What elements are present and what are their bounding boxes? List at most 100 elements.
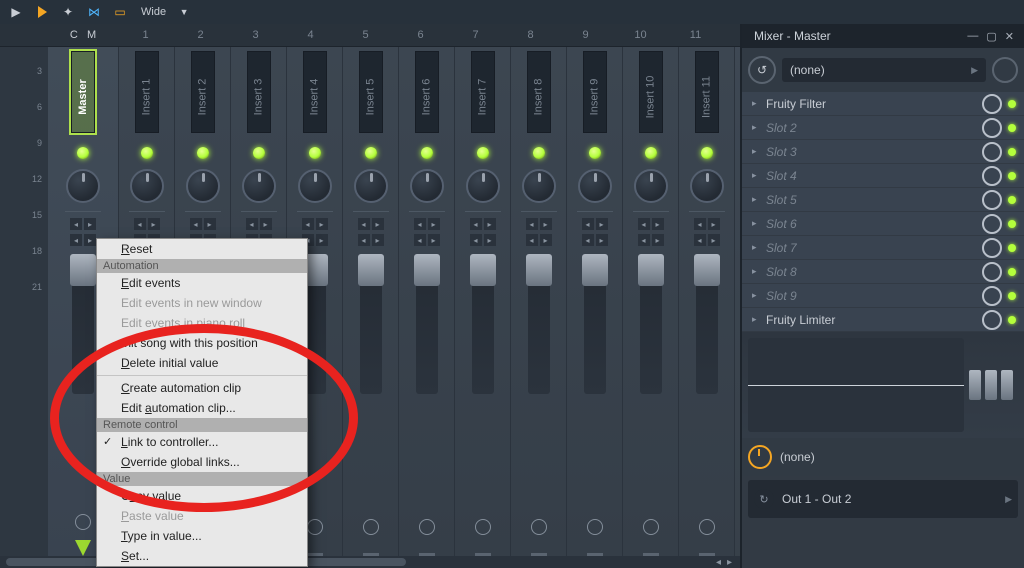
menu-item[interactable]: ✓Link to controller...	[97, 432, 307, 452]
slot-enable-led[interactable]	[1008, 148, 1016, 156]
track-strip-8[interactable]: Insert 8 ◂▸ ◂▸	[511, 47, 567, 556]
send-arrow-icon[interactable]	[75, 540, 91, 556]
mute-led[interactable]	[645, 147, 657, 159]
track-clock-icon[interactable]	[475, 519, 491, 535]
slot-arrow-icon[interactable]: ▸	[752, 218, 760, 229]
track-strip-11[interactable]: Insert 11 ◂▸ ◂▸	[679, 47, 735, 556]
track-clock-icon[interactable]	[75, 514, 91, 530]
close-icon[interactable]: ✕	[1005, 30, 1014, 43]
play-icon[interactable]: ▶	[8, 4, 24, 20]
mute-led[interactable]	[197, 147, 209, 159]
stereo-arrows[interactable]: ◂▸	[302, 218, 328, 230]
stereo-arrows[interactable]: ◂▸	[190, 218, 216, 230]
view-mode-label[interactable]: Wide	[138, 6, 166, 18]
slot-enable-led[interactable]	[1008, 124, 1016, 132]
pan-knob[interactable]	[186, 169, 220, 203]
fader-track[interactable]	[528, 254, 550, 394]
effect-slot-5[interactable]: ▸ Slot 5	[742, 188, 1024, 212]
volume-fader[interactable]	[414, 254, 440, 286]
track-header-11[interactable]: 11	[668, 24, 723, 46]
effect-slot-10[interactable]: ▸ Fruity Limiter	[742, 308, 1024, 332]
effect-slot-4[interactable]: ▸ Slot 4	[742, 164, 1024, 188]
slot-enable-led[interactable]	[1008, 292, 1016, 300]
fader-track[interactable]	[416, 254, 438, 394]
track-clock-icon[interactable]	[699, 519, 715, 535]
effect-slot-2[interactable]: ▸ Slot 2	[742, 116, 1024, 140]
pan-knob[interactable]	[354, 169, 388, 203]
effect-slot-8[interactable]: ▸ Slot 8	[742, 260, 1024, 284]
stereo-arrows[interactable]: ◂▸	[70, 218, 96, 230]
stereo-arrows[interactable]: ◂▸	[694, 218, 720, 230]
track-header-4[interactable]: 4	[283, 24, 338, 46]
view-dropdown-icon[interactable]: ▼	[176, 4, 192, 20]
slot-enable-led[interactable]	[1008, 100, 1016, 108]
menu-item[interactable]: Type in value...	[97, 526, 307, 546]
slot-mix-knob[interactable]	[982, 118, 1002, 138]
slot-mix-knob[interactable]	[982, 286, 1002, 306]
preset-prev-icon[interactable]: ↺	[748, 56, 776, 84]
track-clock-icon[interactable]	[643, 519, 659, 535]
volume-fader[interactable]	[638, 254, 664, 286]
track-header-c[interactable]: C M	[48, 24, 118, 46]
slot-mix-knob[interactable]	[982, 310, 1002, 330]
view-icon[interactable]: ▭	[112, 4, 128, 20]
menu-item[interactable]: Edit automation clip...	[97, 398, 307, 418]
track-clock-icon[interactable]	[363, 519, 379, 535]
menu-item[interactable]: Create automation clip	[97, 378, 307, 398]
channel-switch[interactable]: ◂▸	[358, 234, 384, 246]
track-strip-10[interactable]: Insert 10 ◂▸ ◂▸	[623, 47, 679, 556]
fader-track[interactable]	[360, 254, 382, 394]
mute-led[interactable]	[421, 147, 433, 159]
channel-switch[interactable]: ◂▸	[694, 234, 720, 246]
menu-item[interactable]: Set...	[97, 546, 307, 566]
effect-slot-7[interactable]: ▸ Slot 7	[742, 236, 1024, 260]
slot-mix-knob[interactable]	[982, 214, 1002, 234]
pan-knob[interactable]	[130, 169, 164, 203]
slot-enable-led[interactable]	[1008, 244, 1016, 252]
track-header-3[interactable]: 3	[228, 24, 283, 46]
track-clock-icon[interactable]	[531, 519, 547, 535]
track-header-7[interactable]: 7	[448, 24, 503, 46]
snap-icon[interactable]: ✦	[60, 4, 76, 20]
eq-fader-hi[interactable]	[969, 370, 981, 400]
track-header-8[interactable]: 8	[503, 24, 558, 46]
track-strip-7[interactable]: Insert 7 ◂▸ ◂▸	[455, 47, 511, 556]
volume-fader[interactable]	[582, 254, 608, 286]
slot-mix-knob[interactable]	[982, 190, 1002, 210]
pan-knob[interactable]	[466, 169, 500, 203]
slot-arrow-icon[interactable]: ▸	[752, 98, 760, 109]
stereo-arrows[interactable]: ◂▸	[134, 218, 160, 230]
pan-knob[interactable]	[522, 169, 556, 203]
pan-knob[interactable]	[578, 169, 612, 203]
slot-arrow-icon[interactable]: ▸	[752, 194, 760, 205]
eq-fader-mid[interactable]	[985, 370, 997, 400]
track-header-6[interactable]: 6	[393, 24, 448, 46]
preset-clock-icon[interactable]	[992, 57, 1018, 83]
slot-mix-knob[interactable]	[982, 142, 1002, 162]
pan-knob[interactable]	[242, 169, 276, 203]
stereo-arrows[interactable]: ◂▸	[358, 218, 384, 230]
track-header-2[interactable]: 2	[173, 24, 228, 46]
menu-item[interactable]: Reset	[97, 239, 307, 259]
mute-led[interactable]	[309, 147, 321, 159]
output-selector[interactable]: ↻ Out 1 - Out 2 ▶	[748, 480, 1018, 518]
eq-fader-lo[interactable]	[1001, 370, 1013, 400]
stereo-arrows[interactable]: ◂▸	[526, 218, 552, 230]
volume-fader[interactable]	[358, 254, 384, 286]
mute-led[interactable]	[477, 147, 489, 159]
stereo-arrows[interactable]: ◂▸	[470, 218, 496, 230]
slot-mix-knob[interactable]	[982, 94, 1002, 114]
channel-switch[interactable]: ◂▸	[470, 234, 496, 246]
channel-switch[interactable]: ◂▸	[414, 234, 440, 246]
slot-arrow-icon[interactable]: ▸	[752, 266, 760, 277]
effect-slot-1[interactable]: ▸ Fruity Filter	[742, 92, 1024, 116]
volume-fader[interactable]	[694, 254, 720, 286]
slot-enable-led[interactable]	[1008, 316, 1016, 324]
slot-arrow-icon[interactable]: ▸	[752, 290, 760, 301]
volume-fader[interactable]	[526, 254, 552, 286]
effect-slot-6[interactable]: ▸ Slot 6	[742, 212, 1024, 236]
slot-arrow-icon[interactable]: ▸	[752, 146, 760, 157]
slot-arrow-icon[interactable]: ▸	[752, 314, 760, 325]
mute-led[interactable]	[77, 147, 89, 159]
slot-mix-knob[interactable]	[982, 238, 1002, 258]
